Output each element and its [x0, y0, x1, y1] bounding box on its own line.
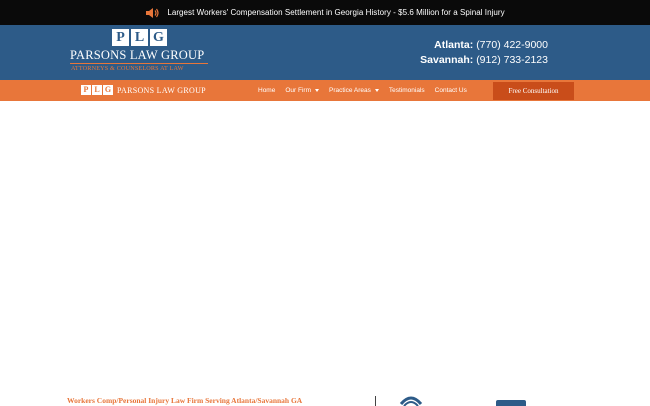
- rating-badge-icon: [496, 400, 526, 406]
- announcement-bar: Largest Workers' Compensation Settlement…: [0, 0, 650, 25]
- footer-tagline: Workers Comp/Personal Injury Law Firm Se…: [67, 396, 303, 405]
- speaker-icon: [146, 7, 159, 18]
- logo-rule: [70, 63, 208, 64]
- footer-divider: [375, 396, 376, 406]
- caret-down-icon: [314, 89, 319, 92]
- nav-menu: Home Our Firm Practice Areas Testimonial…: [258, 80, 477, 101]
- site-logo[interactable]: P L G PARSONS LAW GROUP ATTORNEYS & COUN…: [70, 29, 210, 77]
- nav-item-testimonials[interactable]: Testimonials: [389, 87, 425, 94]
- caret-down-icon: [374, 89, 379, 92]
- award-badge-icon: [399, 396, 423, 406]
- logo-monogram: P L G: [112, 29, 167, 46]
- nav-logo-monogram: P L G: [81, 85, 113, 95]
- phone-savannah[interactable]: Savannah: (912) 733-2123: [420, 53, 548, 68]
- nav-item-home[interactable]: Home: [258, 87, 275, 94]
- logo-tagline: ATTORNEYS & COUNSELORS AT LAW: [71, 65, 184, 72]
- nav-item-contact-us[interactable]: Contact Us: [435, 87, 467, 94]
- nav-logo[interactable]: P L G PARSONS LAW GROUP: [81, 85, 206, 95]
- phone-atlanta[interactable]: Atlanta: (770) 422-9000: [420, 38, 548, 53]
- phone-numbers: Atlanta: (770) 422-9000 Savannah: (912) …: [420, 38, 548, 68]
- logo-name: PARSONS LAW GROUP: [70, 48, 205, 62]
- hero-area: [0, 101, 650, 391]
- announcement-text[interactable]: Largest Workers' Compensation Settlement…: [167, 8, 504, 17]
- site-header: P L G PARSONS LAW GROUP ATTORNEYS & COUN…: [0, 25, 650, 80]
- nav-item-practice-areas[interactable]: Practice Areas: [329, 87, 379, 94]
- free-consultation-button[interactable]: Free Consultation: [493, 82, 574, 100]
- nav-logo-name: PARSONS LAW GROUP: [117, 85, 206, 95]
- nav-item-our-firm[interactable]: Our Firm: [285, 87, 319, 94]
